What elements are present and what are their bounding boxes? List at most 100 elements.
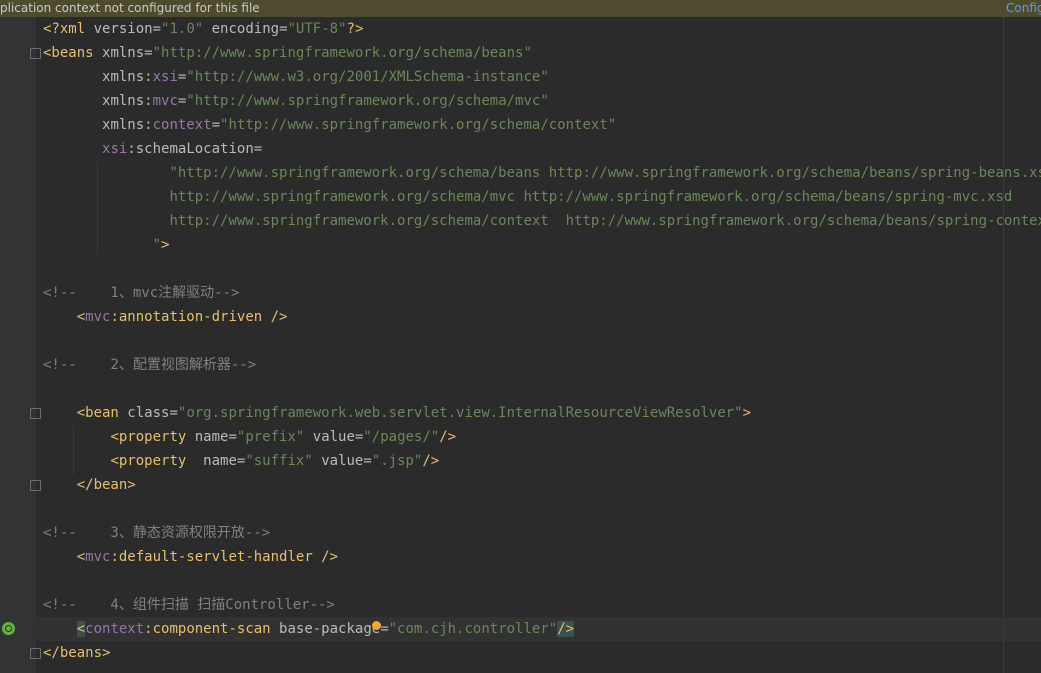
code-text: xmlns:mvc="http://www.springframework.or… [43,89,549,113]
code-line[interactable]: <mvc:annotation-driven /> [36,305,1041,329]
code-text: </beans> [43,641,110,665]
file-notification-banner: plication context not configured for thi… [0,0,1041,17]
code-token: = [253,141,263,157]
code-line[interactable]: <property name="suffix" value=".jsp"/> [36,449,1041,473]
code-line[interactable]: <!-- 3、静态资源权限开放--> [36,521,1041,545]
code-token: <bean [76,405,128,421]
code-line[interactable]: </bean> [36,473,1041,497]
code-token: < [76,549,86,565]
code-token: base-package [279,621,381,637]
right-margin-guide [1003,17,1004,673]
fold-marker-icon[interactable] [30,48,41,59]
code-token: name [203,453,237,469]
code-token: /> [557,621,575,637]
code-text: <!-- 4、组件扫描 扫描Controller--> [43,593,335,617]
spring-bean-gutter-icon[interactable] [2,622,15,635]
fold-marker-icon[interactable] [30,408,41,419]
code-token: "http://www.springframework.org/schema/c… [220,117,617,133]
indent-guide [73,425,74,475]
code-line[interactable]: xmlns:context="http://www.springframewor… [36,113,1041,137]
code-text: <mvc:default-servlet-handler /> [43,545,338,569]
code-text: "> [43,233,170,257]
code-text: xsi:schemaLocation= [43,137,262,161]
code-token: xmlns: [102,93,153,109]
code-text: <beans xmlns="http://www.springframework… [43,41,532,65]
code-line[interactable]: <beans xmlns="http://www.springframework… [36,41,1041,65]
code-editor[interactable]: <?xml version="1.0" encoding="UTF-8"?> <b… [36,17,1041,673]
code-token: xmlns [102,45,145,61]
code-line[interactable]: http://www.springframework.org/schema/co… [36,209,1041,233]
code-token: xmlns: [102,69,153,85]
code-token: :component-scan [144,621,280,637]
configure-link[interactable]: Config [1006,0,1041,16]
code-text: xmlns:xsi="http://www.w3.org/2001/XMLSch… [43,65,549,89]
code-token: http://www.springframework.org/schema/co… [169,213,1041,229]
code-line[interactable]: <mvc:default-servlet-handler /> [36,545,1041,569]
code-token: "com.cjh.controller" [388,621,558,637]
code-line[interactable] [36,377,1041,401]
code-token: encoding [211,21,280,37]
code-token: "http://www.springframework.org/schema/b… [152,45,532,61]
code-token: "http://www.w3.org/2001/XMLSchema-instan… [186,69,549,85]
code-token: :default-servlet-handler /> [110,549,339,565]
code-token: mvc [152,93,178,109]
code-token: = [363,453,372,469]
code-line[interactable]: <!-- 1、mvc注解驱动--> [36,281,1041,305]
code-token: mvc [85,549,111,565]
code-line[interactable]: <!-- 2、配置视图解析器--> [36,353,1041,377]
editor-gutter[interactable] [0,17,36,673]
code-token: = [169,405,178,421]
fold-marker-icon[interactable] [30,480,41,491]
code-line[interactable]: <!-- 4、组件扫描 扫描Controller--> [36,593,1041,617]
code-token: <beans [43,45,103,61]
code-line[interactable]: http://www.springframework.org/schema/mv… [36,185,1041,209]
code-token: "http://www.springframework.org/schema/m… [186,93,549,109]
code-line[interactable] [36,257,1041,281]
code-token: < [76,309,86,325]
code-token: = [211,117,221,133]
code-line[interactable]: "> [36,233,1041,257]
intention-bulb-icon[interactable] [372,621,381,630]
code-token: "1.0" [161,21,204,37]
code-token: ".jsp" [371,453,423,469]
code-line[interactable]: xmlns:xsi="http://www.w3.org/2001/XMLSch… [36,65,1041,89]
code-text: <bean class="org.springframework.web.ser… [43,401,751,425]
code-token: class [127,405,170,421]
code-line[interactable]: <bean class="org.springframework.web.ser… [36,401,1041,425]
code-line[interactable]: <?xml version="1.0" encoding="UTF-8"?> [36,17,1041,41]
code-token: </bean> [76,477,136,493]
code-text: http://www.springframework.org/schema/mv… [43,185,1012,209]
code-line[interactable]: xmlns:mvc="http://www.springframework.or… [36,89,1041,113]
code-line[interactable]: <context:component-scan base-package="co… [36,617,1041,641]
code-token: context [85,621,145,637]
code-token: > [742,405,752,421]
code-token: mvc [85,309,111,325]
code-line[interactable]: "http://www.springframework.org/schema/b… [36,161,1041,185]
code-text: http://www.springframework.org/schema/co… [43,209,1041,233]
code-line[interactable] [36,569,1041,593]
code-token: version [93,21,153,37]
fold-marker-icon[interactable] [30,648,41,659]
code-text: <mvc:annotation-driven /> [43,305,288,329]
code-line[interactable] [36,329,1041,353]
code-text: xmlns:context="http://www.springframewor… [43,113,616,137]
banner-message: plication context not configured for thi… [0,1,260,15]
code-token: <?xml [43,21,94,37]
code-token: "prefix" [236,429,305,445]
code-token: = [144,45,153,61]
code-line[interactable] [36,497,1041,521]
code-line[interactable]: <property name="prefix" value="/pages/"/… [36,425,1041,449]
code-token: value [312,429,355,445]
code-text: <!-- 3、静态资源权限开放--> [43,521,270,545]
code-line[interactable]: xsi:schemaLocation= [36,137,1041,161]
code-line[interactable]: </beans> [36,641,1041,665]
code-text: <property name="prefix" value="/pages/"/… [43,425,456,449]
code-token: <!-- 4、组件扫描 扫描Controller--> [43,597,335,613]
